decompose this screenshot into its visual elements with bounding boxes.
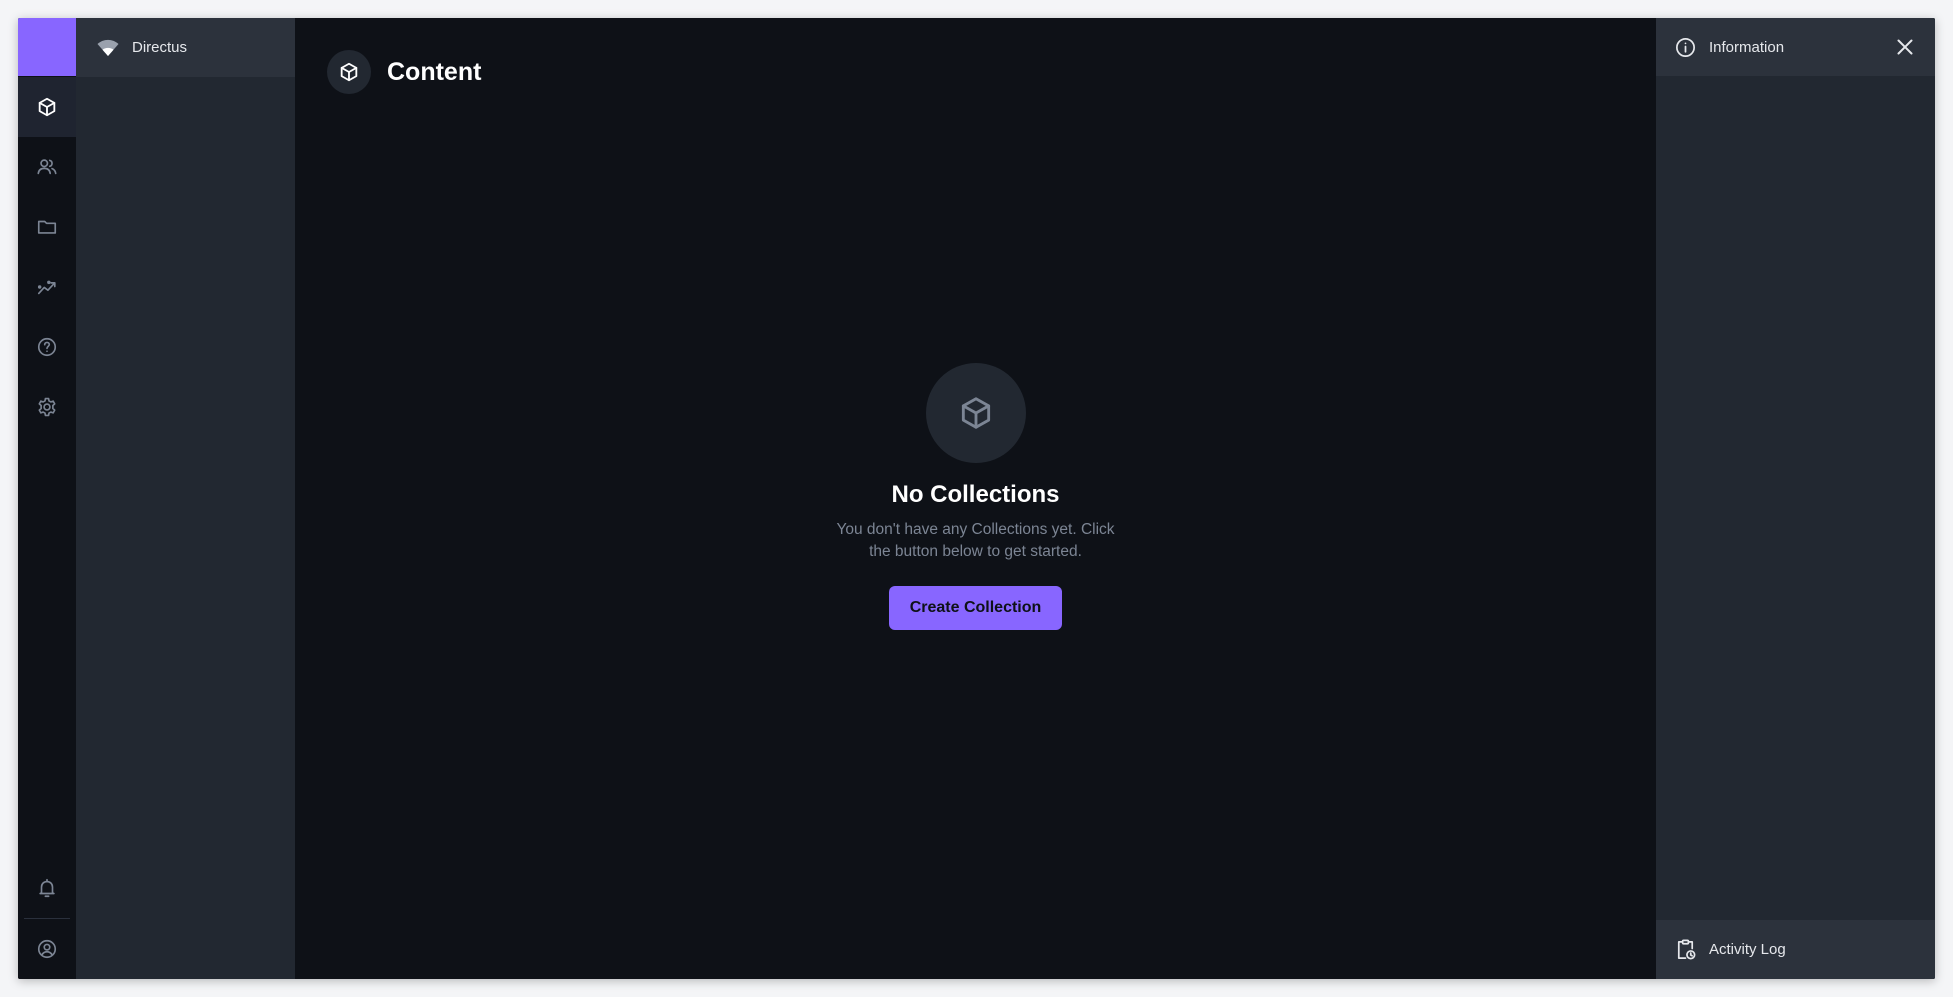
- activity-log-button[interactable]: Activity Log: [1656, 920, 1935, 979]
- close-icon[interactable]: [1893, 35, 1917, 59]
- navigation-pane: Directus: [76, 18, 295, 979]
- wifi-status-icon: [97, 39, 119, 56]
- main-content: Content No Collections You don't have an…: [295, 18, 1656, 979]
- create-collection-button[interactable]: Create Collection: [888, 586, 1063, 630]
- box-icon: [340, 62, 358, 82]
- empty-state: No Collections You don't have any Collec…: [295, 363, 1656, 630]
- project-name: Directus: [132, 39, 188, 56]
- account-circle-icon: [37, 939, 57, 959]
- box-icon: [38, 97, 56, 117]
- box-icon: [961, 397, 990, 429]
- module-content-button[interactable]: [18, 77, 76, 137]
- info-icon: [1676, 37, 1695, 57]
- users-icon: [37, 159, 57, 175]
- bell-icon: [39, 878, 55, 898]
- page-header: Content: [327, 50, 481, 94]
- empty-state-text: You don't have any Collections yet. Clic…: [836, 521, 1115, 560]
- folder-icon: [37, 220, 57, 234]
- module-users-button[interactable]: [18, 137, 76, 197]
- info-sidebar: Information Activity Log: [1656, 18, 1935, 979]
- insights-icon: [37, 280, 56, 295]
- notifications-button[interactable]: [18, 858, 76, 918]
- activity-log-label: Activity Log: [1709, 941, 1786, 958]
- brand-logo-tile[interactable]: [18, 18, 76, 76]
- app-window: Directus Content No Collections You don'…: [18, 18, 1935, 979]
- information-section-header[interactable]: Information: [1656, 18, 1935, 76]
- module-files-button[interactable]: [18, 197, 76, 257]
- empty-state-title: No Collections: [891, 481, 1060, 508]
- project-header[interactable]: Directus: [76, 18, 295, 77]
- module-insights-button[interactable]: [18, 257, 76, 317]
- page-title: Content: [387, 57, 482, 86]
- information-title: Information: [1709, 38, 1785, 56]
- header-icon-button[interactable]: [327, 50, 371, 94]
- module-help-button[interactable]: [18, 317, 76, 377]
- clipboard-time-icon: [1677, 939, 1696, 960]
- empty-state-icon-circle: [925, 363, 1026, 463]
- user-menu-button[interactable]: [18, 919, 76, 979]
- gear-icon: [38, 397, 56, 417]
- help-icon: [37, 337, 57, 357]
- module-settings-button[interactable]: [18, 377, 76, 437]
- module-bar: [18, 18, 76, 979]
